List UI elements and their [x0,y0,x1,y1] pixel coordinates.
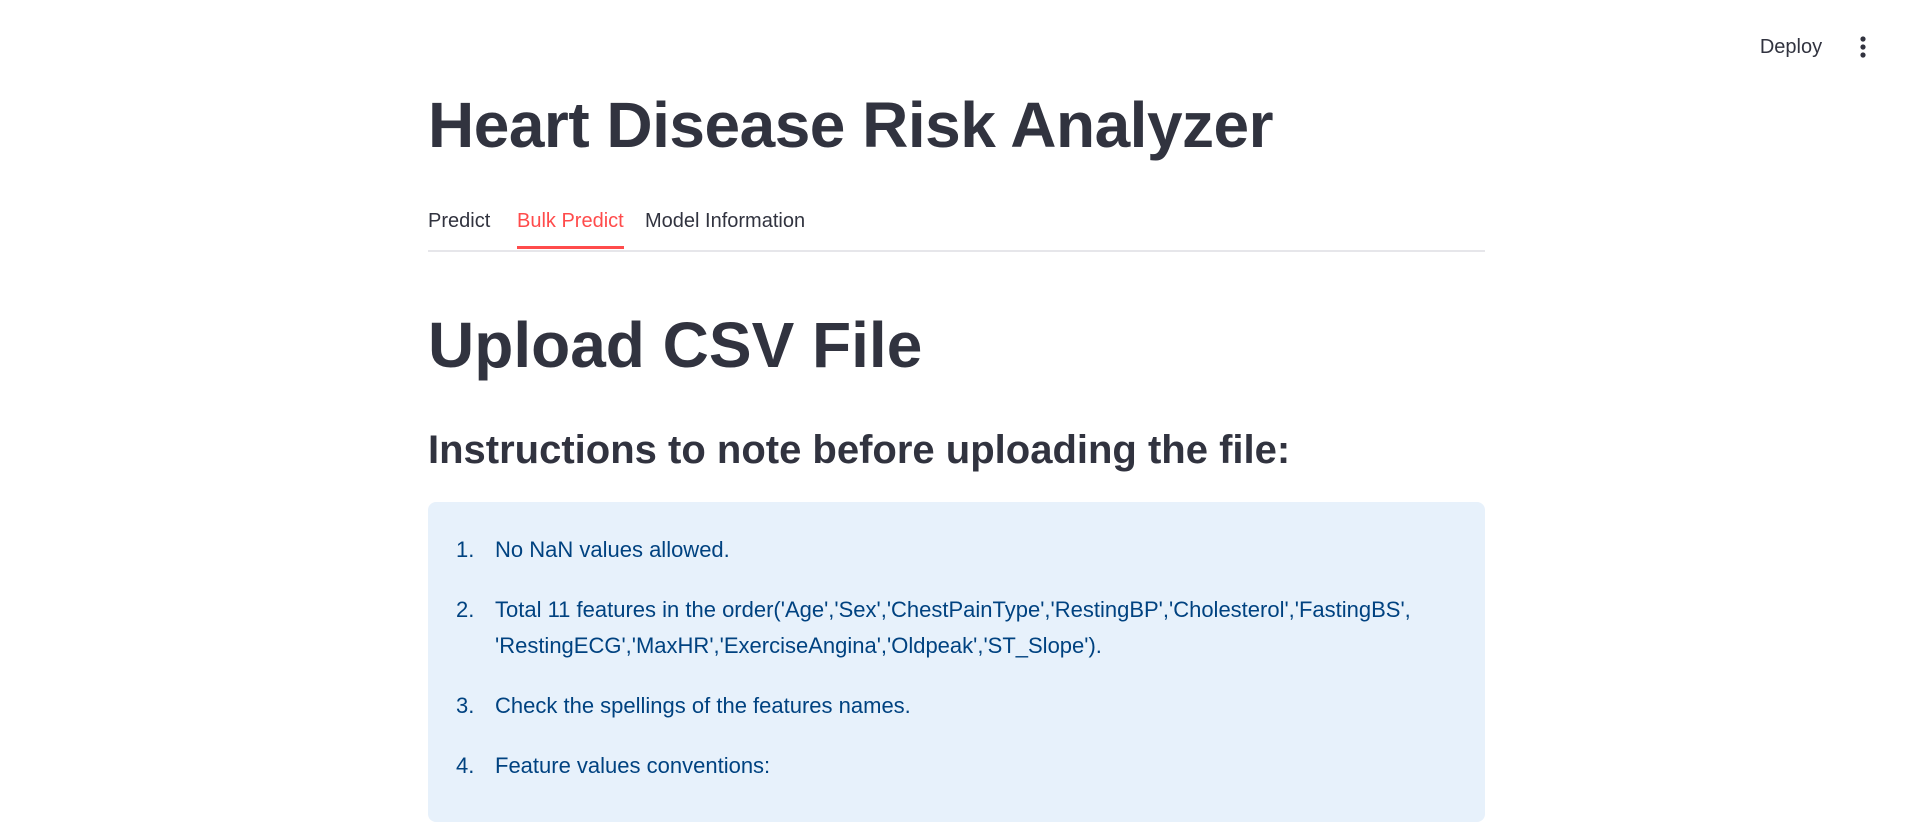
tab-bar: Predict Bulk Predict Model Information [428,200,1485,252]
list-item-text-line-1: Total 11 features in the order('Age','Se… [495,597,1411,622]
instructions-heading: Instructions to note before uploading th… [428,428,1291,472]
tab-model-information[interactable]: Model Information [645,206,805,246]
page-title: Heart Disease Risk Analyzer [428,89,1274,161]
app-header: Deploy [0,0,1918,92]
list-item-text: Feature values conventions: [495,753,771,778]
section-title: Upload CSV File [428,309,923,381]
list-item-number: 3. [456,693,475,718]
list-item: 2. Total 11 features in the order('Age',… [428,592,1458,664]
deploy-button[interactable]: Deploy [1748,30,1834,64]
list-item-number: 1. [456,537,475,562]
list-item-number: 4. [456,753,475,778]
instructions-info-box: 1. No NaN values allowed. 2. Total 11 fe… [428,502,1485,822]
list-item-text: Check the spellings of the features name… [495,693,911,718]
tab-predict[interactable]: Predict [428,206,490,246]
list-item-number: 2. [456,597,475,622]
tab-bulk-predict[interactable]: Bulk Predict [517,206,624,249]
list-item-text: No NaN values allowed. [495,537,730,562]
list-item-text-line-2: 'RestingECG','MaxHR','ExerciseAngina','O… [495,633,1102,658]
main-menu-button[interactable] [1848,30,1878,64]
vertical-ellipsis-icon [1860,36,1866,58]
